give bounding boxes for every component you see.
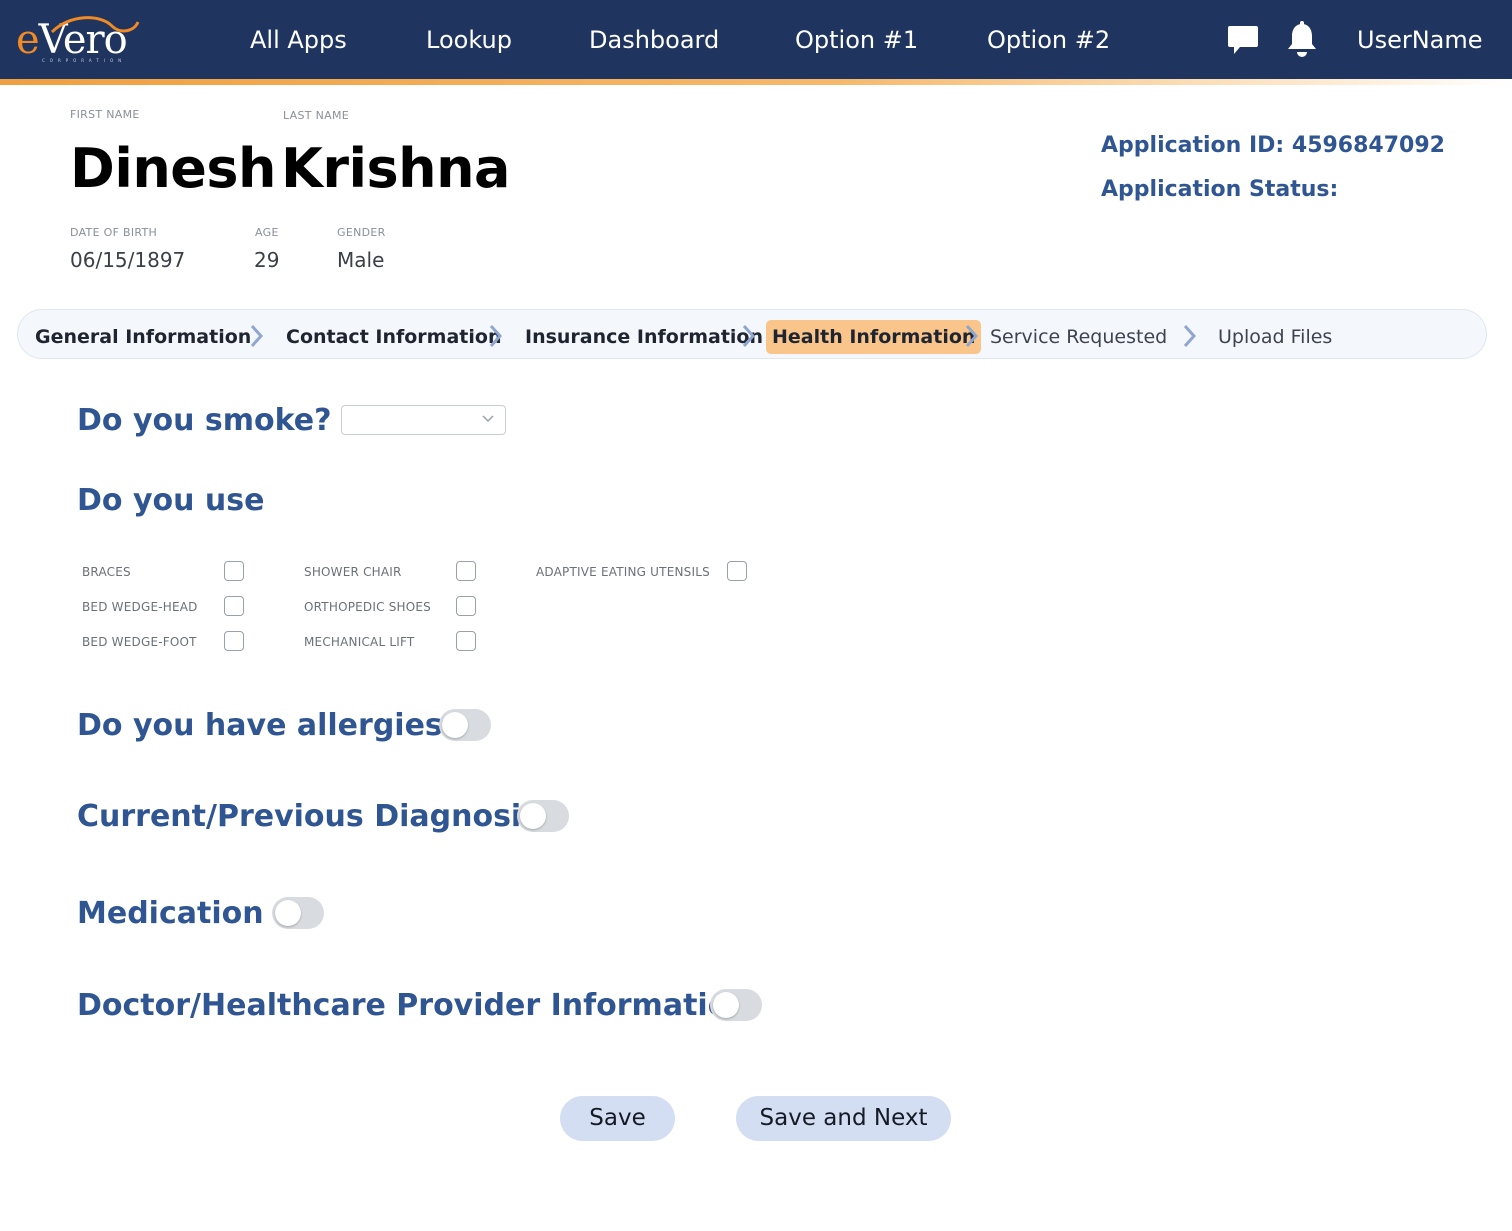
age-caption: AGE <box>255 226 279 239</box>
gender-caption: GENDER <box>337 226 386 239</box>
shower-chair-checkbox[interactable] <box>456 561 476 581</box>
nav-lookup[interactable]: Lookup <box>426 24 512 56</box>
medication-toggle[interactable] <box>272 897 324 929</box>
chat-bubble-icon[interactable] <box>1226 23 1260 57</box>
toggle-knob <box>520 803 546 829</box>
allergies-question: Do you have allergies? <box>77 708 461 743</box>
application-id: Application ID: 4596847092 <box>1101 133 1445 158</box>
orthopedic-shoes-label: ORTHOPEDIC SHOES <box>304 600 431 614</box>
nav-all-apps[interactable]: All Apps <box>250 24 347 56</box>
step-health-information[interactable]: Health Information <box>766 320 982 354</box>
allergies-toggle[interactable] <box>439 709 491 741</box>
bell-icon[interactable] <box>1284 21 1320 59</box>
toggle-knob <box>275 900 301 926</box>
evero-logo[interactable]: eVero CORPORATION <box>16 14 144 66</box>
step-contact-information[interactable]: Contact Information <box>280 320 507 354</box>
toggle-knob <box>442 712 468 738</box>
smoke-question: Do you smoke? <box>77 403 332 438</box>
shower-chair-label: SHOWER CHAIR <box>304 565 402 579</box>
mechanical-lift-checkbox[interactable] <box>456 631 476 651</box>
adaptive-eating-utensils-label: ADAPTIVE EATING UTENSILS <box>536 565 710 579</box>
step-insurance-information[interactable]: Insurance Information <box>519 320 769 354</box>
step-service-requested[interactable]: Service Requested <box>984 320 1173 354</box>
provider-toggle[interactable] <box>710 989 762 1021</box>
chevron-right-icon <box>250 324 264 348</box>
chevron-right-icon <box>742 324 756 348</box>
save-button[interactable]: Save <box>560 1096 675 1141</box>
last-name: Krishna <box>281 137 510 200</box>
chevron-right-icon <box>1183 324 1197 348</box>
diagnosis-question: Current/Previous Diagnosis <box>77 799 540 834</box>
first-name: Dinesh <box>70 137 277 200</box>
gender-value: Male <box>337 248 385 272</box>
logo-subtitle: CORPORATION <box>42 58 127 63</box>
dob-value: 06/15/1897 <box>70 248 186 272</box>
toggle-knob <box>713 992 739 1018</box>
bed-wedge-head-label: BED WEDGE-HEAD <box>82 600 198 614</box>
provider-question: Doctor/Healthcare Provider Information <box>77 988 750 1023</box>
age-value: 29 <box>254 248 280 272</box>
braces-checkbox[interactable] <box>224 561 244 581</box>
orthopedic-shoes-checkbox[interactable] <box>456 596 476 616</box>
save-and-next-button[interactable]: Save and Next <box>736 1096 951 1141</box>
step-general-information[interactable]: General Information <box>29 320 257 354</box>
application-status: Application Status: <box>1101 177 1339 202</box>
username-menu[interactable]: UserName <box>1357 24 1483 56</box>
smoke-select[interactable] <box>341 405 506 435</box>
mechanical-lift-label: MECHANICAL LIFT <box>304 635 415 649</box>
nav-dashboard[interactable]: Dashboard <box>589 24 719 56</box>
braces-label: BRACES <box>82 565 131 579</box>
nav-option-1[interactable]: Option #1 <box>795 24 918 56</box>
medication-question: Medication <box>77 896 264 931</box>
nav-option-2[interactable]: Option #2 <box>987 24 1110 56</box>
last-name-caption: LAST NAME <box>283 109 349 122</box>
bed-wedge-head-checkbox[interactable] <box>224 596 244 616</box>
diagnosis-toggle[interactable] <box>517 800 569 832</box>
navbar-accent-stripe <box>0 79 1512 85</box>
bed-wedge-foot-checkbox[interactable] <box>224 631 244 651</box>
adaptive-eating-utensils-checkbox[interactable] <box>727 561 747 581</box>
first-name-caption: FIRST NAME <box>70 108 140 121</box>
logo-swoosh-icon <box>50 16 140 34</box>
use-question: Do you use <box>77 483 265 518</box>
dob-caption: DATE OF BIRTH <box>70 226 158 239</box>
chevron-right-icon <box>489 324 503 348</box>
step-upload-files[interactable]: Upload Files <box>1212 320 1338 354</box>
chevron-down-icon <box>482 415 494 423</box>
bed-wedge-foot-label: BED WEDGE-FOOT <box>82 635 197 649</box>
chevron-right-icon <box>965 324 979 348</box>
